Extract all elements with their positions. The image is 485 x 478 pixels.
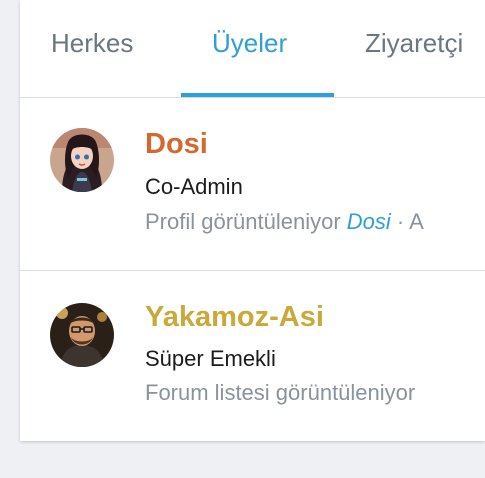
avatar-yakamoz-icon xyxy=(50,303,114,367)
online-users-panel: Herkes Üyeler Ziyaretçi Dosi Co-Admin Pr… xyxy=(20,0,485,441)
username[interactable]: Yakamoz-Asi xyxy=(145,301,324,334)
list-item: Dosi Co-Admin Profil görüntüleniyor Dosi… xyxy=(20,98,485,271)
avatar[interactable] xyxy=(50,128,114,192)
list-item: Yakamoz-Asi Süper Emekli Forum listesi g… xyxy=(20,271,485,443)
tab-everyone[interactable]: Herkes xyxy=(51,28,133,59)
tab-guests[interactable]: Ziyaretçi xyxy=(365,28,463,59)
activity-suffix: · A xyxy=(390,209,424,234)
activity-prefix: Profil görüntüleniyor xyxy=(145,209,347,234)
user-title: Co-Admin xyxy=(145,174,243,199)
tab-members[interactable]: Üyeler xyxy=(212,28,287,59)
activity-text: Forum listesi görüntüleniyor xyxy=(145,380,415,406)
filter-tabs: Herkes Üyeler Ziyaretçi xyxy=(20,0,485,98)
activity-link[interactable]: Dosi xyxy=(347,209,391,234)
avatar[interactable] xyxy=(50,303,114,367)
activity-text: Profil görüntüleniyor Dosi · A xyxy=(145,209,424,235)
username[interactable]: Dosi xyxy=(145,128,208,161)
activity-prefix: Forum listesi görüntüleniyor xyxy=(145,380,416,405)
user-title: Süper Emekli xyxy=(145,346,276,371)
avatar-dosi-icon xyxy=(50,128,114,192)
active-tab-indicator xyxy=(181,93,334,97)
